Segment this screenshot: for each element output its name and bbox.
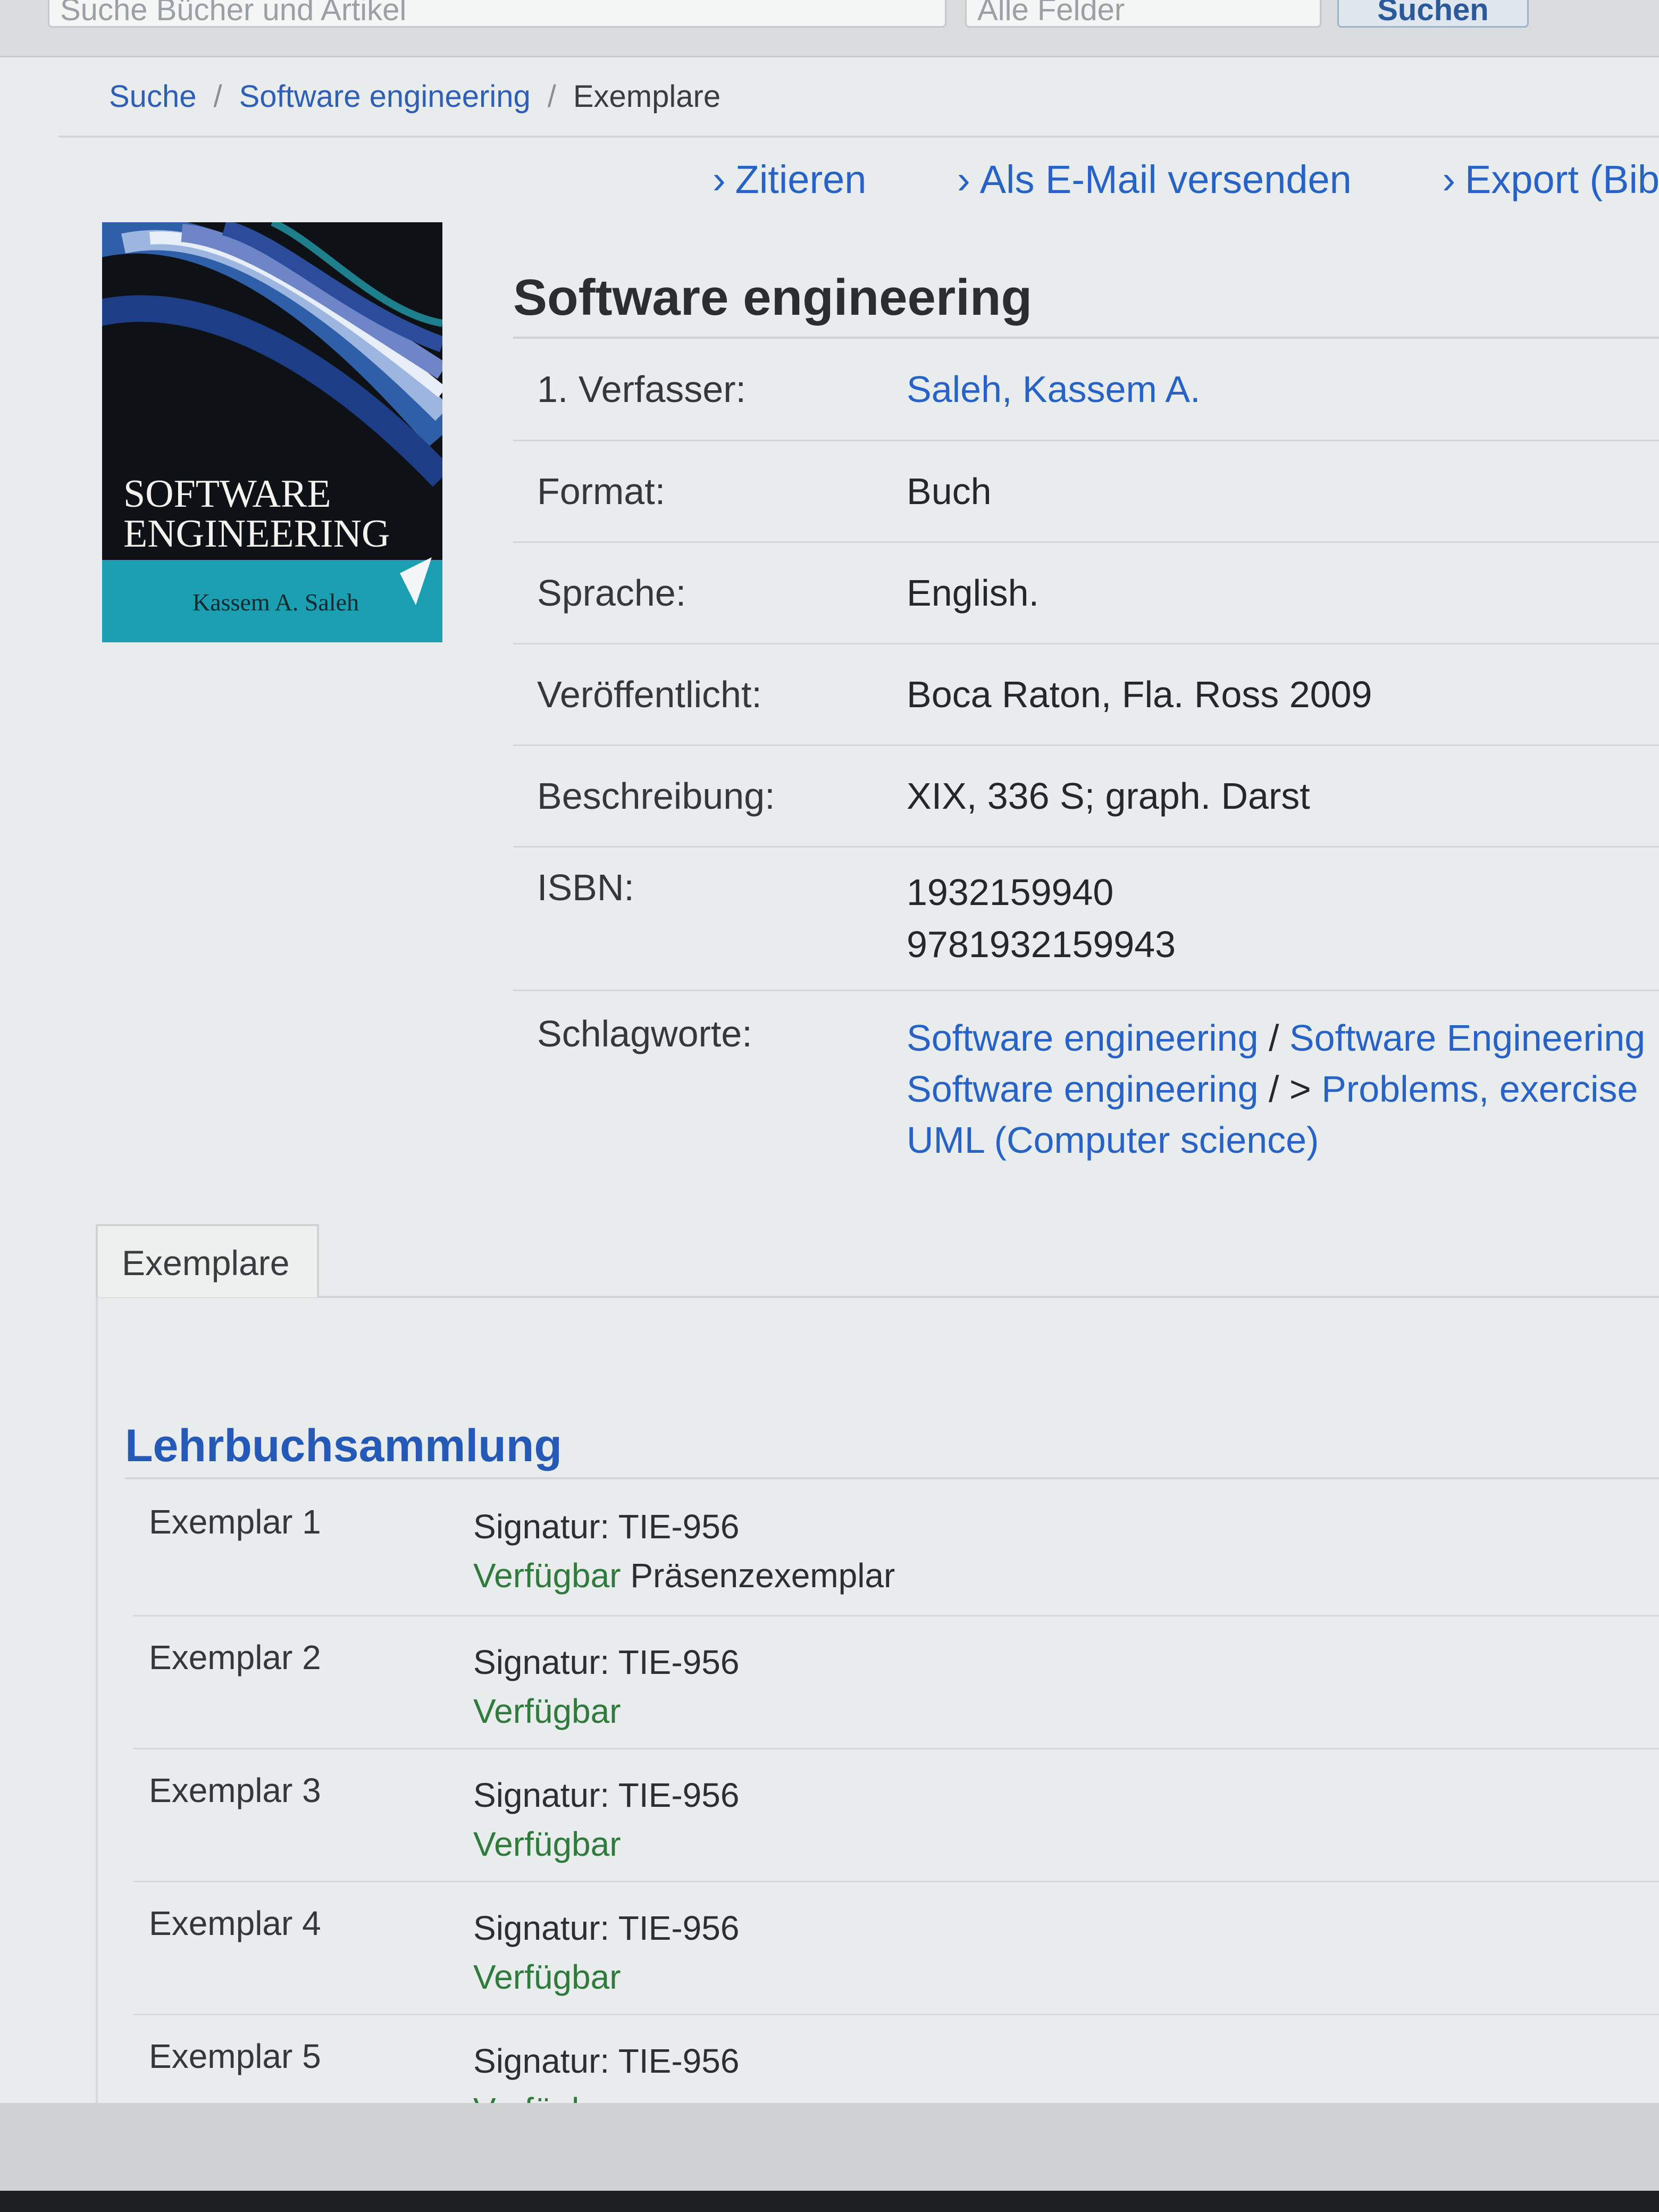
field-format: Format: Buch	[513, 441, 1659, 543]
field-language: Sprache: English.	[513, 543, 1659, 644]
field-label: 1. Verfasser:	[537, 368, 746, 410]
breadcrumb-record[interactable]: Software engineering	[239, 79, 531, 114]
top-search-bar: Suche Bücher und Artikel Alle Felder Suc…	[0, 0, 1659, 57]
holding-name: Exemplar 4	[149, 1904, 321, 1942]
tab-exemplare[interactable]: Exemplare	[96, 1224, 319, 1297]
breadcrumb-separator: /	[547, 79, 556, 114]
holding-signatur: Signatur: TIE-956	[473, 1776, 740, 1814]
field-subjects: Schlagworte: Software engineering / Soft…	[513, 991, 1659, 1166]
holding-signatur: Signatur: TIE-956	[473, 1507, 740, 1546]
subject-link[interactable]: UML (Computer science)	[907, 1119, 1319, 1161]
holding-row: Exemplar 2 Signatur: TIE-956 Verfügbar	[133, 1616, 1659, 1749]
panel-border	[96, 1297, 98, 2127]
isbn-13: 9781932159943	[907, 924, 1176, 965]
export-link[interactable]: › Export (Bib	[1442, 157, 1659, 202]
email-link[interactable]: › Als E-Mail versenden	[957, 157, 1352, 202]
breadcrumb-separator: /	[213, 79, 222, 114]
holdings-section-title: Lehrbuchsammlung	[125, 1420, 562, 1471]
tab-strip	[96, 1296, 1659, 1298]
subject-separator: /	[1258, 1017, 1289, 1059]
field-label: Veröffentlicht:	[537, 674, 762, 715]
record-details: Software engineering 1. Verfasser: Saleh…	[513, 269, 1659, 1166]
cite-link[interactable]: › Zitieren	[713, 157, 866, 202]
holding-signatur: Signatur: TIE-956	[473, 1643, 740, 1681]
subject-link[interactable]: Software engineering	[907, 1068, 1259, 1110]
field-description: Beschreibung: XIX, 336 S; graph. Darst	[513, 746, 1659, 848]
field-value: 1932159940 9781932159943	[907, 866, 1659, 970]
holding-row: Exemplar 4 Signatur: TIE-956 Verfügbar	[133, 1882, 1659, 2015]
availability-status: Verfügbar	[473, 1692, 621, 1730]
availability-status: Verfügbar	[473, 1958, 621, 1996]
holding-row: Exemplar 3 Signatur: TIE-956 Verfügbar	[133, 1749, 1659, 1882]
breadcrumb-search[interactable]: Suche	[109, 79, 196, 114]
breadcrumb-current: Exemplare	[573, 79, 721, 114]
field-value: Boca Raton, Fla. Ross 2009	[907, 674, 1372, 715]
field-label: Sprache:	[537, 572, 686, 614]
search-field-select[interactable]: Alle Felder	[965, 0, 1321, 28]
breadcrumb: Suche / Software engineering / Exemplare	[109, 79, 720, 114]
field-label: ISBN:	[537, 867, 634, 908]
record-title: Software engineering	[513, 269, 1659, 339]
field-value: Software engineering / Software Engineer…	[907, 1012, 1659, 1166]
holding-info: Signatur: TIE-956 Verfügbar	[473, 1749, 1659, 1881]
field-value: English.	[907, 572, 1040, 614]
field-value: Saleh, Kassem A.	[907, 368, 1659, 410]
search-input[interactable]: Suche Bücher und Artikel	[48, 0, 946, 28]
holding-info: Signatur: TIE-956 Verfügbar	[473, 1882, 1659, 2014]
field-isbn: ISBN: 1932159940 9781932159943	[513, 848, 1659, 991]
chevron-right-icon: ›	[1442, 157, 1456, 202]
search-button[interactable]: Suchen	[1337, 0, 1529, 28]
holding-name: Exemplar 3	[149, 1771, 321, 1809]
field-author: 1. Verfasser: Saleh, Kassem A.	[513, 339, 1659, 441]
book-cover-image: SOFTWARE ENGINEERING Kassem A. Saleh	[102, 222, 442, 642]
cover-author: Kassem A. Saleh	[192, 589, 359, 616]
holding-signatur: Signatur: TIE-956	[473, 2042, 740, 2080]
subject-separator: / >	[1258, 1068, 1322, 1110]
holding-row: Exemplar 1 Signatur: TIE-956 Verfügbar P…	[133, 1481, 1659, 1616]
author-link[interactable]: Saleh, Kassem A.	[907, 368, 1201, 410]
subject-link[interactable]: Software engineering	[907, 1017, 1259, 1059]
field-value: Buch	[907, 471, 992, 512]
isbn-10: 1932159940	[907, 872, 1114, 913]
monitor-edge	[0, 2191, 1659, 2212]
field-label: Format:	[537, 471, 666, 512]
record-actions: › Zitieren › Als E-Mail versenden › Export …	[713, 157, 1659, 202]
holding-signatur: Signatur: TIE-956	[473, 1909, 740, 1947]
holding-note: Präsenzexemplar	[621, 1556, 895, 1595]
subject-link[interactable]: Problems, exercise	[1321, 1068, 1638, 1110]
cover-title-line1: SOFTWARE	[123, 472, 331, 516]
field-label: Schlagworte:	[537, 1013, 752, 1054]
holding-name: Exemplar 2	[149, 1638, 321, 1677]
field-value: XIX, 336 S; graph. Darst	[907, 775, 1310, 817]
field-label: Beschreibung:	[537, 775, 775, 817]
availability-status: Verfügbar	[473, 1556, 621, 1595]
chevron-right-icon: ›	[713, 157, 726, 202]
breadcrumb-divider	[58, 136, 1659, 138]
holding-info: Signatur: TIE-956 Verfügbar Präsenzexemp…	[473, 1481, 1659, 1615]
cover-title-line2: ENGINEERING	[123, 512, 390, 556]
chevron-right-icon: ›	[957, 157, 970, 202]
availability-status: Verfügbar	[473, 1825, 621, 1863]
subject-link[interactable]: Software Engineering	[1289, 1017, 1645, 1059]
section-divider	[125, 1477, 1659, 1479]
holdings-list: Exemplar 1 Signatur: TIE-956 Verfügbar P…	[133, 1481, 1659, 2148]
holding-info: Signatur: TIE-956 Verfügbar	[473, 1616, 1659, 1748]
holding-name: Exemplar 1	[149, 1503, 321, 1541]
field-published: Veröffentlicht: Boca Raton, Fla. Ross 20…	[513, 644, 1659, 746]
